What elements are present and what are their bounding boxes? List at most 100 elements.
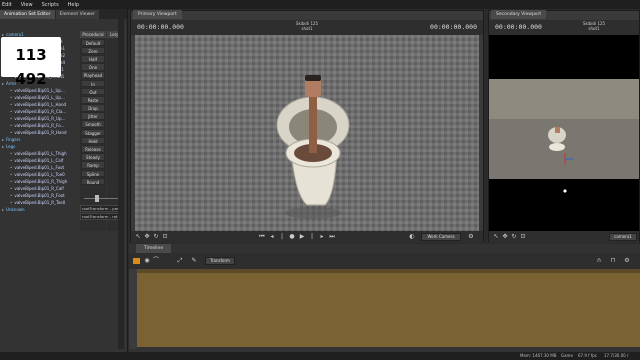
- primary-scene-view[interactable]: [135, 35, 479, 231]
- move-icon[interactable]: ✥: [144, 234, 150, 240]
- tree-item[interactable]: • valveBiped.Bip01_R_Thigh: [10, 178, 67, 185]
- headphones-icon[interactable]: ∩: [596, 258, 602, 264]
- procedural-button[interactable]: Release: [81, 145, 105, 153]
- tree-item[interactable]: • valveBiped.Bip01_L_Toe0: [10, 171, 65, 178]
- bullet-icon: •: [10, 151, 13, 156]
- secondary-scene-view[interactable]: [489, 35, 639, 231]
- bullet-icon: •: [10, 109, 13, 114]
- tree-item[interactable]: • valveBiped.Bip01_R_Cla...: [10, 108, 66, 115]
- secondary-camera-select[interactable]: camera1: [609, 233, 637, 241]
- tree-group[interactable]: ▸ Unknown: [2, 206, 25, 213]
- tree-item[interactable]: • valveBiped.Bip01_R_Up...: [10, 115, 65, 122]
- step-back-icon[interactable]: ◂: [269, 234, 275, 240]
- scale-icon[interactable]: ⊡: [162, 234, 168, 240]
- tab-timeline[interactable]: Timeline: [136, 244, 172, 253]
- left-panel-tabs: Animation Set Editor Element Viewer: [0, 9, 127, 19]
- primary-scene-image: [135, 35, 479, 231]
- lock-icon[interactable]: ⊓: [610, 258, 616, 264]
- procedural-button[interactable]: Hold: [81, 136, 105, 145]
- tree-group[interactable]: ▸ Fingers: [2, 136, 20, 143]
- procedural-button[interactable]: Smooth: [81, 120, 105, 129]
- procedural-button[interactable]: Half: [81, 54, 105, 63]
- procedural-button[interactable]: Paste: [81, 95, 105, 104]
- record-icon[interactable]: ●: [289, 234, 295, 240]
- clip-editor-icon[interactable]: [133, 258, 140, 264]
- tree-item[interactable]: • valveBiped.Bip01_R_Foot: [10, 192, 65, 199]
- secondary-viewport: Secondary Viewport 00:00:00.000 Skibidi …: [488, 10, 640, 243]
- menu-scripts[interactable]: Scripts: [42, 2, 59, 8]
- secondary-select-icon[interactable]: ↖: [493, 234, 499, 240]
- procedural-button[interactable]: In: [81, 79, 105, 88]
- tree-item-label: valveBiped.Bip01_R_Thigh: [14, 179, 68, 184]
- tree-item[interactable]: • valveBiped.Bip01_R_Hand: [10, 129, 67, 136]
- timeline-settings-icon[interactable]: ⚙: [624, 258, 630, 264]
- bullet-icon: •: [10, 172, 13, 177]
- camera-toggle-icon[interactable]: ◐: [409, 234, 415, 240]
- timeline-left-gutter: [129, 269, 137, 349]
- status-memory: Mem: 1467.30 MB: [520, 353, 557, 358]
- skip-start-icon[interactable]: ⏮: [259, 234, 265, 240]
- secondary-viewport-header: 00:00:00.000 Skibidi 125 shot1: [489, 20, 639, 35]
- tab-animation-set-editor[interactable]: Animation Set Editor: [0, 10, 55, 19]
- tree-item-label: valveBiped.Bip01_R_Calf: [14, 186, 64, 191]
- procedural-button[interactable]: Zero: [81, 46, 105, 55]
- tree-item-label: valveBiped.Bip01_L_Toe0: [14, 172, 65, 177]
- expand-icon[interactable]: ⤢: [177, 258, 183, 264]
- visibility-icon[interactable]: ◉: [144, 258, 150, 264]
- tab-primary-viewport[interactable]: Primary Viewport: [133, 10, 182, 19]
- menu-edit[interactable]: Edit: [2, 2, 12, 8]
- play-icon[interactable]: ▶: [299, 234, 305, 240]
- procedural-button[interactable]: Spline: [81, 169, 105, 178]
- rotate-icon[interactable]: ↻: [153, 234, 159, 240]
- tree-item[interactable]: • valveBiped.Bip01_L_Hand: [10, 101, 66, 108]
- settings-icon[interactable]: ⚙: [468, 234, 474, 240]
- select-icon[interactable]: ↖: [135, 234, 141, 240]
- slider-knob[interactable]: [95, 195, 99, 202]
- tree-item[interactable]: • valveBiped.Bip01_R_Calf: [10, 185, 64, 192]
- tree-item[interactable]: • valveBiped.Bip01_R_Fo...: [10, 122, 64, 129]
- secondary-rotate-icon[interactable]: ↻: [511, 234, 517, 240]
- procedural-button[interactable]: Drop: [81, 104, 105, 112]
- bullet-icon: •: [10, 193, 13, 198]
- tree-item[interactable]: • valveBiped.Bip01_L_Foot: [10, 164, 64, 171]
- primary-viewport: Primary Viewport 00:00:00.000 Skibidi 12…: [130, 10, 484, 243]
- tree-group[interactable]: ▸ Legs: [2, 143, 15, 150]
- frame-forward-icon[interactable]: |: [309, 234, 315, 240]
- tree-item-label: valveBiped.Bip01_L_Foot: [14, 165, 65, 170]
- procedural-button[interactable]: Ramp: [81, 161, 105, 169]
- tab-secondary-viewport[interactable]: Secondary Viewport: [491, 10, 547, 19]
- skip-end-icon[interactable]: ⏭: [329, 234, 335, 240]
- procedural-button[interactable]: One: [81, 63, 105, 71]
- frame-back-icon[interactable]: |: [279, 234, 285, 240]
- primary-camera-select[interactable]: Work Camera: [421, 233, 461, 241]
- tree-item-label: Legs: [6, 144, 16, 149]
- procedural-button[interactable]: Out: [81, 87, 105, 96]
- bullet-icon: •: [10, 186, 13, 191]
- tree-item[interactable]: • valveBiped.Bip01_L_Calf: [10, 157, 63, 164]
- filter-icon[interactable]: ✎: [191, 258, 197, 264]
- tree-item-label: valveBiped.Bip01_R_Hand: [14, 130, 67, 135]
- timeline-toolbar: ◉ ⌒ ⤢ ✎ Transform ∩ ⊓ ⚙: [129, 253, 640, 269]
- procedural-button[interactable]: Default: [81, 38, 105, 47]
- tree-item-label: Unknown: [6, 207, 25, 212]
- status-game: Game: [561, 353, 573, 358]
- tab-element-viewer[interactable]: Element Viewer: [55, 10, 99, 19]
- menu-view[interactable]: View: [21, 2, 33, 8]
- procedural-button[interactable]: Jitter: [81, 112, 105, 120]
- secondary-move-icon[interactable]: ✥: [502, 234, 508, 240]
- tree-item-label: valveBiped.Bip01_R_Up...: [14, 116, 66, 121]
- secondary-scale-icon[interactable]: ⊡: [520, 234, 526, 240]
- step-forward-icon[interactable]: ▸: [319, 234, 325, 240]
- procedural-button[interactable]: Steady: [81, 153, 105, 161]
- curve-icon[interactable]: ⌒: [153, 258, 159, 264]
- menu-help[interactable]: Help: [68, 2, 79, 8]
- procedural-button[interactable]: Playhead: [81, 71, 105, 79]
- procedural-button[interactable]: Round: [81, 177, 105, 186]
- tree-item[interactable]: • valveBiped.Bip01_R_Toe0: [10, 199, 65, 206]
- expand-arrow-icon: ▸: [2, 207, 5, 212]
- procedural-button[interactable]: Stagger: [81, 128, 105, 137]
- left-panel-scrollbar[interactable]: [118, 19, 124, 349]
- timeline-track-area[interactable]: [137, 273, 640, 347]
- timeline-mode-select[interactable]: Transform: [205, 257, 235, 265]
- tree-item[interactable]: • valveBiped.Bip01_L_Thigh: [10, 150, 67, 157]
